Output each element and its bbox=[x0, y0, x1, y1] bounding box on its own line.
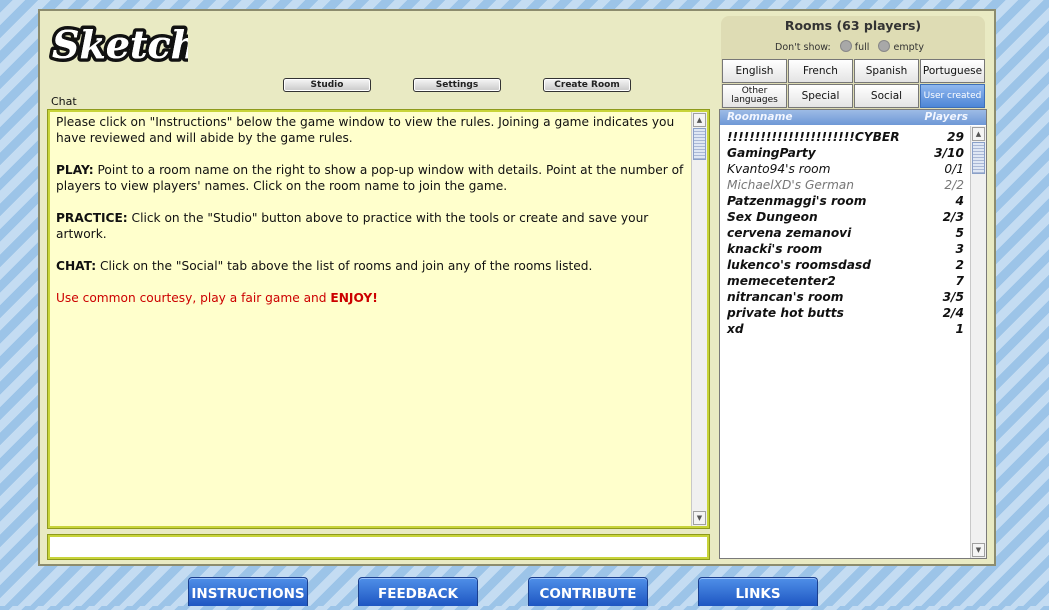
contribute-button[interactable]: CONTRIBUTE bbox=[528, 577, 648, 606]
chat-label: Chat bbox=[51, 95, 77, 108]
instructions-button[interactable]: INSTRUCTIONS bbox=[188, 577, 308, 606]
empty-radio-icon[interactable] bbox=[878, 40, 891, 52]
room-row[interactable]: knacki's room 3 bbox=[727, 242, 964, 258]
chat-messages: Please click on "Instructions" below the… bbox=[56, 114, 690, 322]
dont-show-filter: Don't show: full empty bbox=[775, 40, 924, 53]
play-title: PLAY: bbox=[56, 163, 94, 177]
room-players[interactable]: 2 bbox=[956, 258, 964, 272]
practice-text: Click on the "Studio" button above to pr… bbox=[56, 211, 649, 241]
room-players[interactable]: 1 bbox=[956, 322, 964, 336]
play-message: PLAY: Point to a room name on the right … bbox=[56, 162, 690, 194]
room-name[interactable]: private hot butts bbox=[727, 306, 844, 320]
rooms-title: Rooms (63 players) bbox=[784, 18, 922, 33]
room-row[interactable]: Sex Dungeon 2/3 bbox=[727, 210, 964, 226]
practice-message: PRACTICE: Click on the "Studio" button a… bbox=[56, 210, 690, 242]
room-name[interactable]: Sex Dungeon bbox=[727, 210, 818, 224]
scroll-up-icon[interactable]: ▲ bbox=[972, 127, 985, 141]
room-row[interactable]: MichaelXD's German 2/2 bbox=[727, 178, 964, 194]
room-row[interactable]: !!!!!!!!!!!!!!!!!!!!!!!CYBER 29 bbox=[727, 130, 964, 146]
room-row[interactable]: lukenco's roomsdasd 2 bbox=[727, 258, 964, 274]
room-name[interactable]: memecetenter2 bbox=[727, 274, 836, 288]
scroll-thumb[interactable] bbox=[693, 128, 706, 160]
room-name[interactable]: Patzenmaggi's room bbox=[727, 194, 866, 208]
tab-special[interactable]: Special bbox=[788, 84, 853, 108]
scroll-thumb[interactable] bbox=[972, 142, 985, 174]
sketch-logo: Sketch Sketch bbox=[49, 19, 189, 71]
full-label: full bbox=[854, 42, 870, 53]
room-players[interactable]: 2/2 bbox=[944, 178, 964, 192]
column-players[interactable]: Players bbox=[925, 111, 968, 123]
room-name[interactable]: GamingParty bbox=[727, 146, 816, 160]
scroll-down-icon[interactable]: ▼ bbox=[693, 511, 706, 525]
room-row[interactable]: xd 1 bbox=[727, 322, 964, 338]
room-row[interactable]: memecetenter2 7 bbox=[727, 274, 964, 290]
tab-portuguese[interactable]: Portuguese bbox=[920, 59, 985, 83]
chat-message: CHAT: Click on the "Social" tab above th… bbox=[56, 258, 690, 274]
play-text: Point to a room name on the right to sho… bbox=[56, 163, 684, 193]
chat-log[interactable]: Please click on "Instructions" below the… bbox=[47, 109, 710, 529]
practice-title: PRACTICE: bbox=[56, 211, 128, 225]
room-players[interactable]: 2/4 bbox=[943, 306, 964, 320]
room-row[interactable]: private hot butts 2/4 bbox=[727, 306, 964, 322]
intro-text: Please click on "Instructions" below the… bbox=[56, 115, 675, 145]
room-name[interactable]: !!!!!!!!!!!!!!!!!!!!!!!CYBER bbox=[727, 130, 900, 144]
scroll-up-icon[interactable]: ▲ bbox=[693, 113, 706, 127]
room-players[interactable]: 0/1 bbox=[944, 162, 964, 176]
chat-title: CHAT: bbox=[56, 259, 97, 273]
courtesy-text: Use common courtesy, play a fair game an… bbox=[56, 291, 331, 305]
room-name[interactable]: MichaelXD's German bbox=[727, 178, 854, 192]
tab-other-languages[interactable]: Other languages bbox=[722, 84, 787, 108]
column-roomname[interactable]: Roomname bbox=[727, 111, 793, 123]
room-row[interactable]: cervena zemanovi 5 bbox=[727, 226, 964, 242]
room-name[interactable]: cervena zemanovi bbox=[727, 226, 851, 240]
tab-spanish[interactable]: Spanish bbox=[854, 59, 919, 83]
room-players[interactable]: 3/10 bbox=[934, 146, 964, 160]
tab-english[interactable]: English bbox=[722, 59, 787, 83]
intro-message: Please click on "Instructions" below the… bbox=[56, 114, 690, 146]
tab-social[interactable]: Social bbox=[854, 84, 919, 108]
create-room-button[interactable]: Create Room bbox=[543, 78, 631, 92]
chat-text: Click on the "Social" tab above the list… bbox=[96, 259, 593, 273]
chat-scrollbar[interactable]: ▲ ▼ bbox=[691, 112, 707, 526]
chat-input[interactable] bbox=[47, 534, 710, 560]
tab-user-created[interactable]: User created bbox=[920, 84, 985, 108]
room-players[interactable]: 2/3 bbox=[943, 210, 964, 224]
scroll-down-icon[interactable]: ▼ bbox=[972, 543, 985, 557]
room-players[interactable]: 3 bbox=[956, 242, 964, 256]
links-button[interactable]: LINKS bbox=[698, 577, 818, 606]
settings-button[interactable]: Settings bbox=[413, 78, 501, 92]
full-radio-icon[interactable] bbox=[839, 40, 852, 52]
room-name[interactable]: xd bbox=[727, 322, 744, 336]
room-name[interactable]: lukenco's roomsdasd bbox=[727, 258, 871, 272]
room-players[interactable]: 5 bbox=[956, 226, 964, 240]
empty-label: empty bbox=[893, 42, 924, 53]
courtesy-message: Use common courtesy, play a fair game an… bbox=[56, 290, 690, 306]
room-players[interactable]: 7 bbox=[956, 274, 964, 288]
feedback-button[interactable]: FEEDBACK bbox=[358, 577, 478, 606]
tab-french[interactable]: French bbox=[788, 59, 853, 83]
room-name[interactable]: knacki's room bbox=[727, 242, 822, 256]
room-row[interactable]: Kvanto94's room 0/1 bbox=[727, 162, 964, 178]
room-row[interactable]: Patzenmaggi's room 4 bbox=[727, 194, 964, 210]
room-name[interactable]: nitrancan's room bbox=[727, 290, 843, 304]
room-row[interactable]: nitrancan's room 3/5 bbox=[727, 290, 964, 306]
room-players[interactable]: 4 bbox=[956, 194, 964, 208]
svg-text:Sketch: Sketch bbox=[52, 22, 188, 67]
room-name[interactable]: Kvanto94's room bbox=[727, 162, 831, 176]
courtesy-bold: ENJOY! bbox=[330, 291, 378, 305]
room-row[interactable]: GamingParty 3/10 bbox=[727, 146, 964, 162]
dont-show-label: Don't show: bbox=[775, 42, 831, 53]
rooms-list[interactable]: Roomname Players !!!!!!!!!!!!!!!!!!!!!!!… bbox=[719, 109, 987, 559]
room-players[interactable]: 29 bbox=[947, 130, 964, 144]
studio-button[interactable]: Studio bbox=[283, 78, 371, 92]
rooms-scrollbar[interactable]: ▲ ▼ bbox=[970, 126, 986, 558]
rooms-list-header: Roomname Players bbox=[720, 110, 986, 125]
room-players[interactable]: 3/5 bbox=[943, 290, 964, 304]
